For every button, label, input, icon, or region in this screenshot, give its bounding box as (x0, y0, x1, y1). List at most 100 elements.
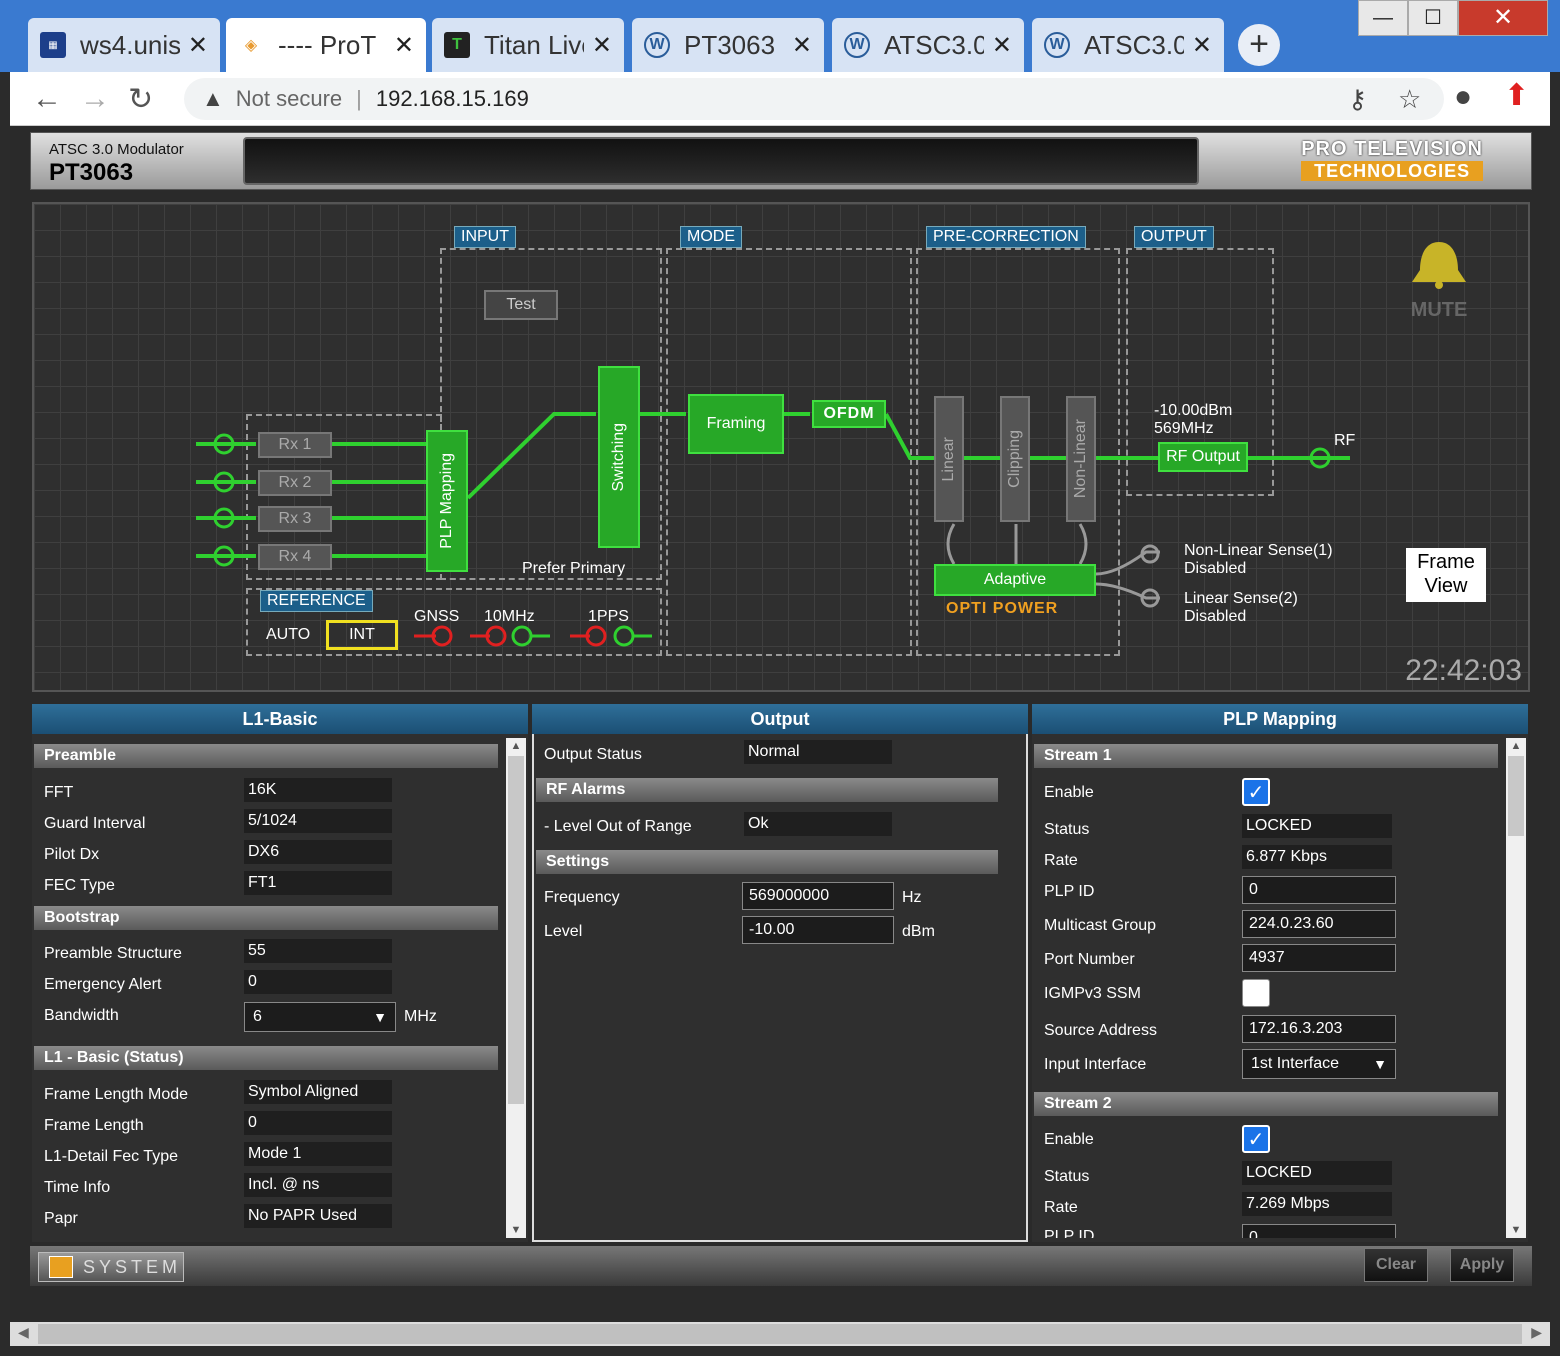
close-window-button[interactable]: ✕ (1458, 0, 1548, 36)
plp-mapping-panel: PLP Mapping Stream 1 Enable ✓ Status LOC… (1032, 704, 1528, 1242)
maximize-window-button[interactable]: ☐ (1408, 0, 1458, 36)
app-footer: SYSTEM Clear Apply (30, 1246, 1532, 1286)
browser-tab-1[interactable]: ▦ ws4.unis ✕ (28, 18, 220, 72)
rx3-block[interactable]: Rx 3 (258, 506, 332, 532)
frequency-input[interactable]: 569000000 (742, 882, 894, 910)
plp-mapping-scrollbar[interactable]: ▲ ▼ (1506, 738, 1526, 1238)
rx2-block[interactable]: Rx 2 (258, 470, 332, 496)
page-horizontal-scrollbar[interactable]: ◀ ▶ (10, 1322, 1550, 1346)
minimize-window-button[interactable]: — (1358, 0, 1408, 36)
mute-control[interactable]: MUTE (1394, 240, 1484, 322)
reload-icon[interactable]: ↻ (128, 82, 153, 117)
linear-block[interactable]: Linear (934, 396, 964, 522)
browser-tab-2[interactable]: ◈ ---- ProT ✕ (226, 18, 426, 72)
adaptive-block[interactable]: Adaptive (934, 564, 1096, 596)
reference-auto-option[interactable]: AUTO (266, 626, 310, 644)
close-tab-icon[interactable]: ✕ (394, 31, 414, 60)
framing-block[interactable]: Framing (688, 394, 784, 454)
browser-tab-5[interactable]: W ATSC3.0 ✕ (832, 18, 1024, 72)
stream1-enable-checkbox[interactable]: ✓ (1242, 778, 1270, 806)
star-bookmark-icon[interactable]: ☆ (1398, 84, 1421, 115)
stream2-enable-label: Enable (1044, 1131, 1094, 1148)
security-label[interactable]: Not secure (236, 86, 342, 112)
reference-int-option[interactable]: INT (326, 620, 398, 650)
rf-output-block[interactable]: RF Output (1158, 442, 1248, 472)
stream1-source-input[interactable]: 172.16.3.203 (1242, 1015, 1396, 1043)
frequency-label: Frequency (544, 889, 620, 906)
preamble-structure-label: Preamble Structure (44, 945, 182, 962)
stream1-port-input[interactable]: 4937 (1242, 944, 1396, 972)
stream2-enable-checkbox[interactable]: ✓ (1242, 1125, 1270, 1153)
back-arrow-icon[interactable]: ← (32, 82, 62, 116)
nonlinear-block[interactable]: Non-Linear (1066, 396, 1096, 522)
stream1-interface-select[interactable]: 1st Interface ▼ (1242, 1049, 1396, 1079)
close-tab-icon[interactable]: ✕ (792, 31, 812, 60)
model-block: ATSC 3.0 Modulator PT3063 (49, 141, 184, 187)
modulator-app: ATSC 3.0 Modulator PT3063 PRO TELEVISION… (10, 126, 1550, 1320)
close-tab-icon[interactable]: ✕ (188, 31, 208, 60)
rx4-block[interactable]: Rx 4 (258, 544, 332, 570)
stream1-plp-id-input[interactable]: 0 (1242, 876, 1396, 904)
level-unit: dBm (902, 923, 935, 940)
switching-block[interactable]: Switching (598, 366, 640, 548)
l1-basic-scrollbar[interactable]: ▲ ▼ (506, 738, 526, 1238)
apply-button[interactable]: Apply (1450, 1248, 1514, 1282)
url-omnibox[interactable]: ▲ Not secure | 192.168.15.169 (184, 78, 1444, 120)
scroll-up-icon[interactable]: ▲ (506, 738, 526, 754)
rx1-block[interactable]: Rx 1 (258, 432, 332, 458)
company-logo: PRO TELEVISION TECHNOLOGIES (1301, 139, 1483, 181)
scroll-down-icon[interactable]: ▼ (1506, 1222, 1526, 1238)
url-text[interactable]: 192.168.15.169 (376, 86, 529, 112)
10mhz-label: 10MHz (484, 608, 535, 625)
profile-avatar-icon[interactable]: ● (1454, 80, 1472, 114)
scroll-thumb[interactable] (1508, 756, 1524, 836)
key-icon[interactable]: ⚷ (1348, 84, 1367, 115)
frame-view-button[interactable]: Frame View (1406, 548, 1486, 602)
stream1-igmp-checkbox[interactable] (1242, 979, 1270, 1007)
stream1-multicast-label: Multicast Group (1044, 917, 1157, 934)
test-button[interactable]: Test (484, 290, 558, 320)
wordpress-favicon-icon: W (844, 32, 870, 58)
wordpress-favicon-icon: W (1044, 32, 1070, 58)
browser-tab-strip: ▦ ws4.unis ✕ ◈ ---- ProT ✕ T Titan Live … (0, 0, 1560, 72)
stream1-igmp-label: IGMPv3 SSM (1044, 985, 1141, 1002)
browser-tab-4[interactable]: W PT3063 ✕ (632, 18, 824, 72)
browser-tab-3[interactable]: T Titan Live ✕ (432, 18, 624, 72)
bootstrap-section-header: Bootstrap (34, 906, 498, 930)
browser-tab-6[interactable]: W ATSC3.0 ✕ (1032, 18, 1224, 72)
close-tab-icon[interactable]: ✕ (992, 31, 1012, 60)
stream2-plp-id-input[interactable]: 0 (1242, 1224, 1396, 1238)
scroll-left-icon[interactable]: ◀ (18, 1324, 29, 1341)
stream1-plp-id-label: PLP ID (1044, 883, 1095, 900)
clear-button[interactable]: Clear (1364, 1248, 1428, 1282)
update-icon[interactable]: ⬆ (1504, 78, 1529, 113)
stream1-section-header: Stream 1 (1034, 744, 1498, 768)
stream1-rate-label: Rate (1044, 852, 1078, 869)
close-tab-icon[interactable]: ✕ (1192, 31, 1212, 60)
scroll-thumb[interactable] (38, 1324, 1522, 1344)
diamond-favicon-icon: ◈ (244, 37, 258, 54)
system-button[interactable]: SYSTEM (38, 1252, 184, 1282)
close-tab-icon[interactable]: ✕ (592, 31, 612, 60)
linear-sense-state: Disabled (1184, 608, 1247, 625)
clipping-block[interactable]: Clipping (1000, 396, 1030, 522)
bandwidth-select[interactable]: 6 ▼ (244, 1002, 396, 1032)
plp-mapping-title: PLP Mapping (1032, 704, 1528, 734)
level-out-of-range-value: Ok (744, 812, 892, 836)
stream1-rate-value: 6.877 Kbps (1242, 845, 1392, 869)
clock-readout: 22:42:03 (1405, 654, 1522, 687)
new-tab-button[interactable]: + (1238, 24, 1280, 66)
scroll-up-icon[interactable]: ▲ (1506, 738, 1526, 754)
level-input[interactable]: -10.00 (742, 916, 894, 944)
stream1-multicast-input[interactable]: 224.0.23.60 (1242, 910, 1396, 938)
stream2-clipped-row: PLP ID 0 (1032, 1224, 1502, 1238)
fec-type-value: FT1 (244, 871, 392, 895)
ofdm-block[interactable]: OFDM (812, 400, 886, 428)
plp-mapping-block[interactable]: PLP Mapping (426, 430, 468, 572)
preamble-structure-value: 55 (244, 939, 392, 963)
forward-arrow-icon[interactable]: → (80, 82, 110, 116)
1pps-label: 1PPS (588, 608, 629, 625)
scroll-thumb[interactable] (508, 756, 524, 1104)
scroll-right-icon[interactable]: ▶ (1531, 1324, 1542, 1341)
scroll-down-icon[interactable]: ▼ (506, 1222, 526, 1238)
